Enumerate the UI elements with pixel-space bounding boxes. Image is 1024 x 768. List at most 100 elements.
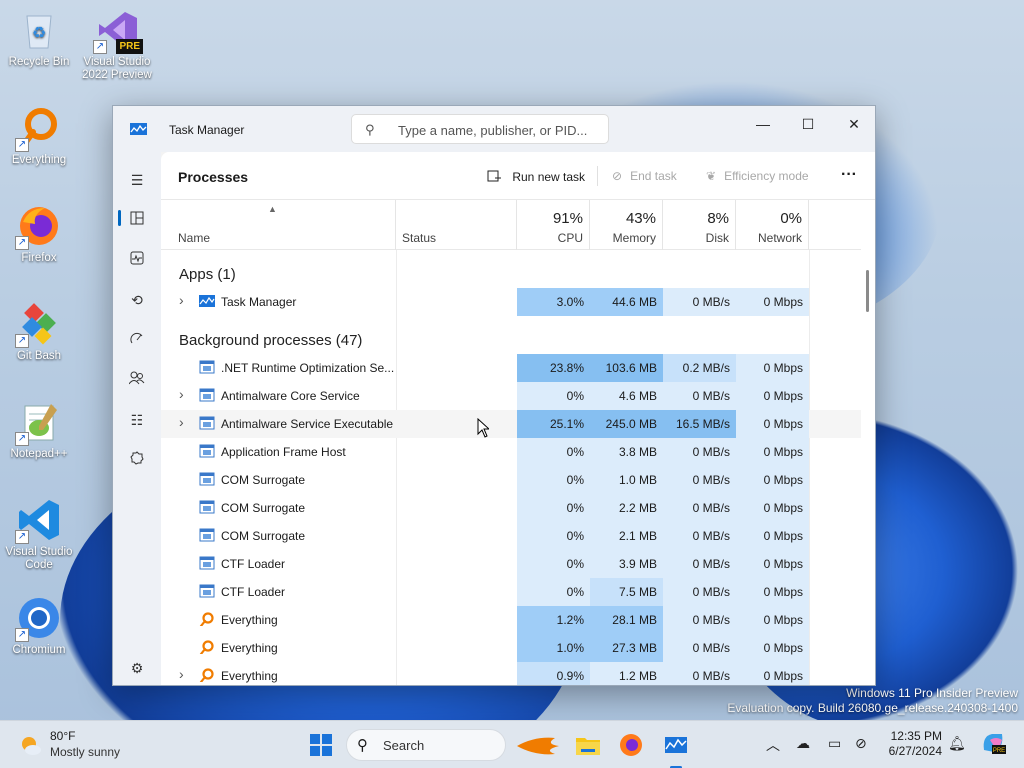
maximize-button[interactable]: ☐: [785, 110, 831, 140]
weather-description: Mostly sunny: [50, 745, 121, 759]
process-row[interactable]: .NET Runtime Optimization Se... 23.8% 103.…: [161, 354, 861, 382]
process-row[interactable]: › Antimalware Core Service 0% 4.6 MB 0 MB/s 0…: [161, 382, 861, 410]
processes-nav-icon[interactable]: [123, 206, 151, 234]
network-cell: 0 Mbps: [736, 288, 809, 316]
details-nav-icon[interactable]: ☷: [123, 406, 151, 434]
app-history-nav-icon[interactable]: ⟲: [123, 286, 151, 314]
process-name: .NET Runtime Optimization Se...: [221, 361, 395, 375]
minimize-button[interactable]: —: [740, 110, 786, 140]
show-hidden-icons-chevron-icon[interactable]: ︿: [766, 735, 780, 755]
window-icon: [199, 584, 215, 598]
services-nav-icon[interactable]: [123, 446, 151, 474]
process-row[interactable]: CTF Loader 0% 3.9 MB 0 MB/s 0 Mbps: [161, 550, 861, 578]
start-button[interactable]: [305, 729, 337, 761]
efficiency-mode-button[interactable]: ❦ Efficiency mode: [706, 169, 809, 183]
desktop-icon-recycle-bin[interactable]: ♻ Recycle Bin: [0, 8, 78, 69]
network-total-percent: 0%: [780, 210, 802, 227]
end-task-icon: ⊘: [612, 169, 623, 183]
cpu-cell: 1.0%: [517, 634, 590, 662]
clock[interactable]: 12:35 PM 6/27/2024: [880, 729, 942, 759]
process-row[interactable]: Application Frame Host 0% 3.8 MB 0 MB/s 0 Mb…: [161, 438, 861, 466]
desktop-icon-vscode[interactable]: ↗ Visual Studio Code: [0, 498, 78, 572]
expand-chevron-icon[interactable]: ›: [179, 666, 184, 682]
column-header-label: CPU: [557, 231, 583, 245]
more-options-button[interactable]: ···: [841, 166, 857, 184]
search-input[interactable]: ⚲ Type a name, publisher, or PID...: [351, 114, 609, 144]
performance-nav-icon[interactable]: [123, 246, 151, 274]
notification-bell-icon[interactable]: 🔔︎: [948, 735, 966, 752]
settings-gear-icon[interactable]: ⚙: [123, 654, 151, 682]
process-name: COM Surrogate: [221, 529, 306, 543]
taskbar-search-label: Search: [383, 738, 425, 753]
process-row[interactable]: Everything 1.0% 27.3 MB 0 MB/s 0 Mbps: [161, 634, 861, 662]
command-separator: [597, 166, 598, 186]
nav-sidebar: ☰ ⟲ ☷ ⚙: [113, 152, 161, 685]
onedrive-icon[interactable]: ☁: [796, 735, 810, 752]
network-cell: 0 Mbps: [736, 466, 809, 494]
everything-icon: [199, 668, 214, 682]
window-icon: [199, 388, 215, 402]
desktop-icon-label: Chromium: [12, 644, 66, 656]
memory-cell: 1.0 MB: [590, 466, 663, 494]
startup-apps-nav-icon[interactable]: [123, 326, 151, 354]
process-row[interactable]: COM Surrogate 0% 2.2 MB 0 MB/s 0 Mbps: [161, 494, 861, 522]
process-row[interactable]: › Antimalware Service Executable 25.1% 245.…: [161, 410, 861, 438]
svg-text:PRE: PRE: [993, 748, 1005, 754]
column-header-disk[interactable]: 8% Disk: [663, 200, 736, 250]
folder-icon: [576, 738, 600, 755]
column-header-name[interactable]: ▲ Name: [161, 200, 396, 250]
process-row[interactable]: › Everything 0.9% 1.2 MB 0 MB/s 0 Mbps: [161, 662, 861, 685]
shortcut-arrow-icon: ↗: [15, 334, 29, 348]
task-manager-taskbar-button[interactable]: [660, 729, 692, 768]
desktop-icon-git-bash[interactable]: ↗ Git Bash: [0, 302, 78, 363]
shortcut-arrow-icon: ↗: [15, 432, 29, 446]
desktop-icon-everything[interactable]: ↗ Everything: [0, 106, 78, 167]
window-icon: [199, 472, 215, 486]
memory-cell: 2.2 MB: [590, 494, 663, 522]
disk-cell: 0 MB/s: [663, 634, 736, 662]
cpu-cell: 0%: [517, 550, 590, 578]
column-header-label: Disk: [705, 231, 729, 245]
desktop-icon-chromium[interactable]: ↗ Chromium: [0, 596, 78, 657]
desktop-icon-label: Visual Studio Code: [5, 546, 73, 571]
desktop-icon-visual-studio[interactable]: PRE ↗ Visual Studio 2022 Preview: [78, 8, 156, 82]
process-name: COM Surrogate: [221, 473, 306, 487]
vertical-scrollbar[interactable]: [866, 270, 869, 312]
desktop-icon-firefox[interactable]: ↗ Firefox: [0, 204, 78, 265]
memory-cell: 103.6 MB: [590, 354, 663, 382]
process-row[interactable]: › Task Manager 3.0% 44.6 MB 0 MB/s 0 Mbps: [161, 288, 861, 316]
disk-cell: 0.2 MB/s: [663, 354, 736, 382]
display-icon[interactable]: ▭: [828, 735, 841, 752]
column-header-status[interactable]: Status: [396, 200, 517, 250]
expand-chevron-icon[interactable]: ›: [179, 414, 184, 430]
window-icon: [199, 528, 215, 542]
task-manager-window[interactable]: Task Manager ⚲ Type a name, publisher, o…: [112, 105, 876, 686]
network-cell: 0 Mbps: [736, 662, 809, 685]
copilot-icon[interactable]: PRE: [980, 730, 1006, 759]
expand-chevron-icon[interactable]: ›: [179, 292, 184, 308]
desktop-icon-notepadpp[interactable]: ↗ Notepad++: [0, 400, 78, 461]
group-header-apps: Apps (1): [179, 266, 236, 283]
column-header-network[interactable]: 0% Network: [736, 200, 809, 250]
expand-chevron-icon[interactable]: ›: [179, 386, 184, 402]
taskbar-search-box[interactable]: ⚲ Search: [346, 729, 559, 761]
firefox-taskbar-button[interactable]: [615, 729, 647, 761]
file-explorer-taskbar-button[interactable]: [572, 729, 604, 761]
column-header-memory[interactable]: 43% Memory: [590, 200, 663, 250]
run-new-task-button[interactable]: Run new task: [487, 169, 585, 184]
hamburger-menu-icon[interactable]: ☰: [123, 166, 151, 194]
process-row[interactable]: CTF Loader 0% 7.5 MB 0 MB/s 0 Mbps: [161, 578, 861, 606]
process-row[interactable]: Everything 1.2% 28.1 MB 0 MB/s 0 Mbps: [161, 606, 861, 634]
title-bar[interactable]: Task Manager ⚲ Type a name, publisher, o…: [113, 106, 875, 152]
process-row[interactable]: COM Surrogate 0% 1.0 MB 0 MB/s 0 Mbps: [161, 466, 861, 494]
close-button[interactable]: ✕: [831, 110, 875, 140]
network-cell: 0 Mbps: [736, 634, 809, 662]
end-task-button[interactable]: ⊘ End task: [612, 169, 677, 183]
command-bar: Processes Run new task ⊘ End task ❦ Effici…: [161, 152, 875, 200]
users-nav-icon[interactable]: [123, 366, 151, 394]
network-icon[interactable]: ⊘: [855, 735, 867, 752]
chromium-icon: ↗: [15, 596, 61, 642]
search-icon: ⚲: [357, 737, 368, 754]
process-row[interactable]: COM Surrogate 0% 2.1 MB 0 MB/s 0 Mbps: [161, 522, 861, 550]
column-header-cpu[interactable]: 91% CPU: [517, 200, 590, 250]
